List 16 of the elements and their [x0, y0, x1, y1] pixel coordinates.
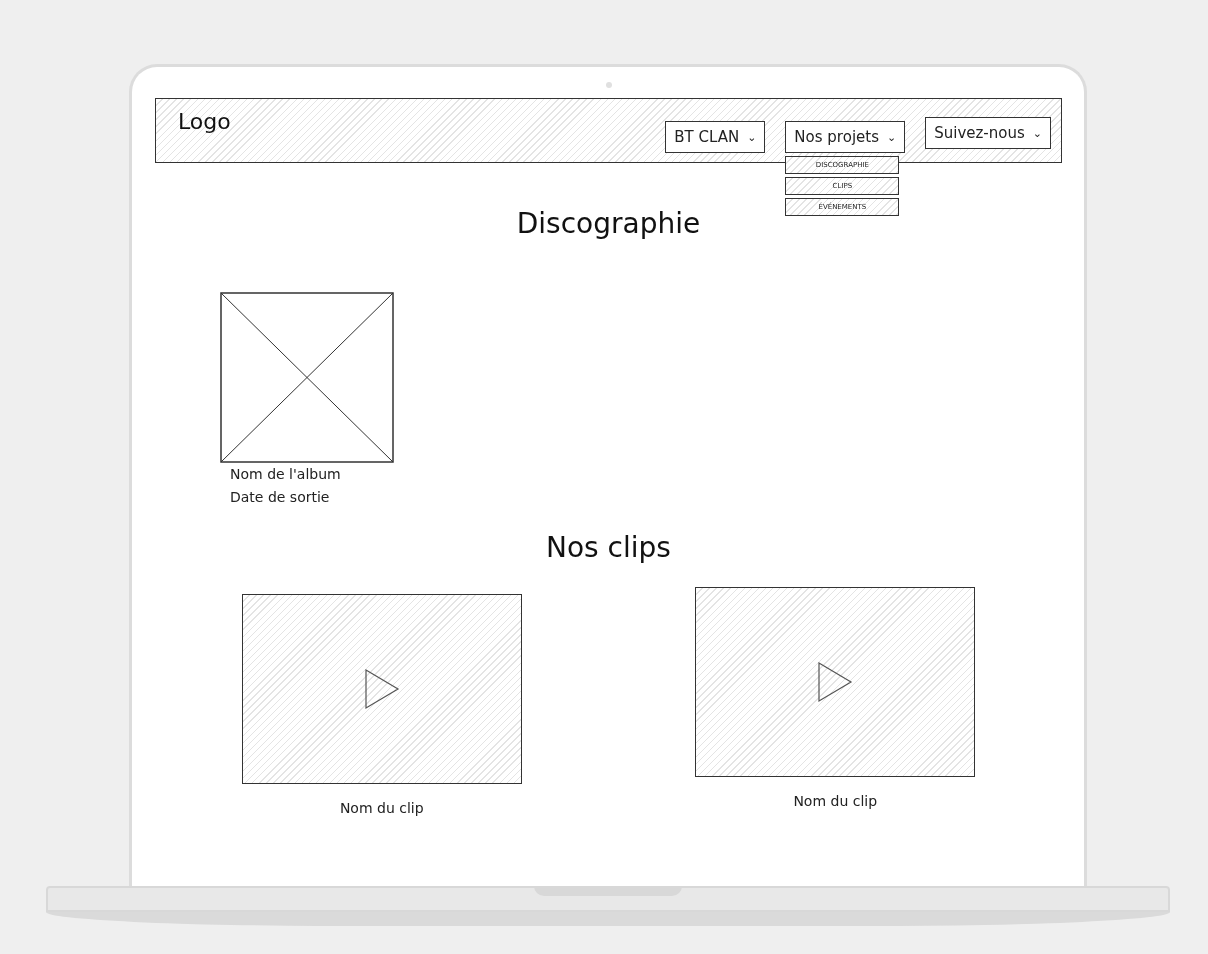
clip-name: Nom du clip: [339, 800, 424, 816]
play-icon[interactable]: [817, 661, 854, 703]
caret-icon: ⌄: [1032, 126, 1042, 140]
caret-icon: ⌄: [747, 130, 757, 144]
album-name: Nom de l'album: [230, 465, 342, 484]
nav-dropdown-button[interactable]: Suivez-nous ⌄: [925, 117, 1051, 149]
release-date: Date de sortie: [230, 488, 331, 507]
caret-icon: ⌄: [886, 130, 897, 144]
section-heading: Discographie: [515, 207, 702, 240]
logo: Logo: [178, 109, 231, 134]
play-icon[interactable]: [363, 668, 400, 710]
clip-name: Nom du clip: [793, 793, 878, 809]
nav-dropdown-button[interactable]: Nos projets ⌄: [785, 121, 906, 153]
nav-dropdown-button[interactable]: BT CLAN ⌄: [665, 121, 766, 153]
section-heading: Nos clips: [545, 531, 672, 564]
camera-icon: [605, 82, 612, 88]
